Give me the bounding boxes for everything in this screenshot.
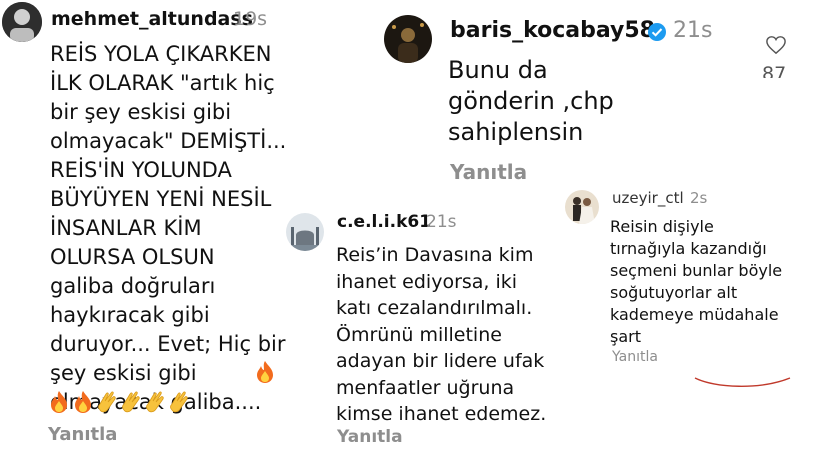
comment-celik: c.e.l.i.k61 21s Reis’in Davasına kim iha… [280,205,570,461]
username[interactable]: mehmet_altundass [51,8,253,30]
like-count: 87 [762,63,787,78]
reply-link[interactable]: Yanıtla [450,160,527,184]
comment-baris: baris_kocabay58 21s Bunu da gönderin ,ch… [370,0,820,190]
timestamp: 19s [233,8,268,30]
avatar[interactable] [384,15,432,63]
reply-link[interactable]: Yanıtla [337,427,403,447]
fire-icon [75,391,91,413]
comment-text: Reisin dişiyle tırnağıyla kazandığı seçm… [610,217,783,346]
emoji-row-2 [48,390,190,414]
comment-text: Reis’in Davasına kim ihanet ediyorsa, ik… [336,244,547,425]
avatar[interactable] [286,213,324,251]
reply-link[interactable]: Yanıtla [612,349,658,365]
fire-icon [51,391,67,413]
red-underline-annotation [694,377,791,387]
avatar-image [565,190,599,224]
emoji-row [254,360,276,384]
timestamp: 21s [673,18,713,43]
username[interactable]: baris_kocabay58 [450,18,655,43]
avatar-image [286,213,324,251]
avatar-image [2,2,42,42]
username[interactable]: uzeyir_ctl [612,189,684,207]
comment-mehmet: mehmet_altundass 19s REİS YOLA ÇIKARKEN … [0,0,300,461]
avatar[interactable] [2,2,42,42]
timestamp: 2s [690,189,708,207]
heart-icon[interactable] [765,35,787,55]
clap-icon [170,391,188,413]
avatar-image [384,15,432,63]
comment-uzeyir: uzeyir_ctl 2s Reisin dişiyle tırnağıyla … [560,180,820,395]
reply-link[interactable]: Yanıtla [48,424,117,445]
clap-icon [146,391,164,413]
comment-text: Bunu da gönderin ,chp sahiplensin [448,56,614,146]
verified-badge-icon [648,23,666,41]
username[interactable]: c.e.l.i.k61 [337,212,431,232]
timestamp: 21s [426,212,457,232]
fire-icon [257,361,273,383]
avatar[interactable] [565,190,599,224]
clap-icon [122,391,140,413]
clap-icon [98,391,116,413]
